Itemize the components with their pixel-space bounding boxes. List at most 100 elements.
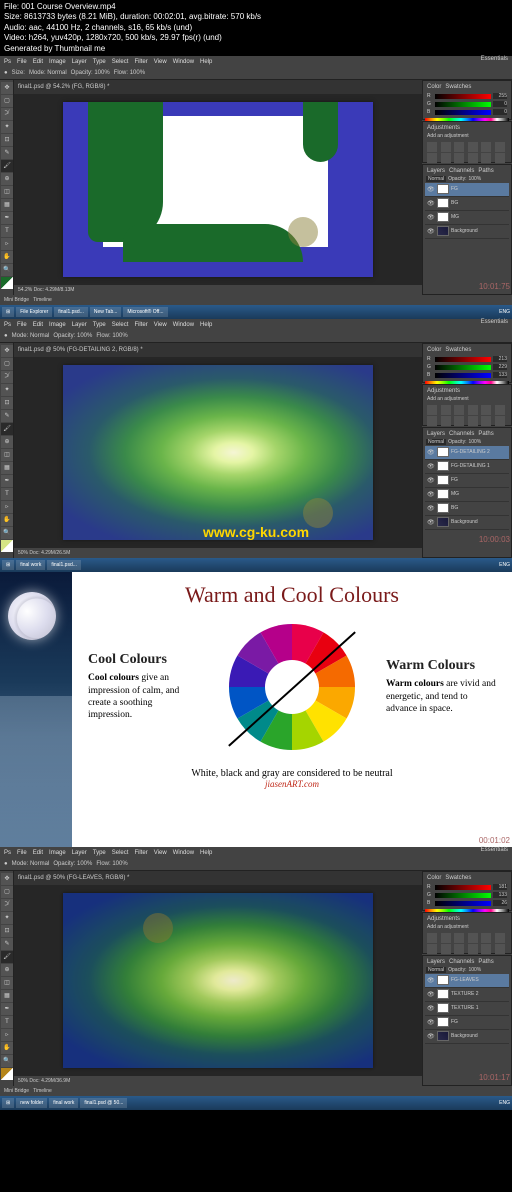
adj-icon[interactable] bbox=[468, 944, 478, 954]
color-tab[interactable]: Color bbox=[427, 875, 441, 881]
channels-tab[interactable]: Channels bbox=[449, 168, 474, 174]
menu-type[interactable]: Type bbox=[93, 322, 106, 328]
canvas-artwork[interactable] bbox=[63, 102, 373, 277]
hand-tool[interactable]: ✋ bbox=[1, 251, 13, 263]
menu-file[interactable]: File bbox=[17, 322, 27, 328]
fg-bg-swatch[interactable] bbox=[1, 1068, 13, 1080]
adj-icon[interactable] bbox=[495, 405, 505, 415]
adj-icon[interactable] bbox=[441, 405, 451, 415]
adj-icon[interactable] bbox=[481, 416, 491, 426]
canvas-artwork[interactable] bbox=[63, 893, 373, 1068]
workspace-switcher[interactable]: Essentials bbox=[481, 847, 508, 853]
adj-icon[interactable] bbox=[481, 933, 491, 943]
adj-icon[interactable] bbox=[454, 944, 464, 954]
visibility-icon[interactable]: 👁 bbox=[427, 477, 435, 484]
crop-tool[interactable]: ⊡ bbox=[1, 397, 13, 409]
crop-tool[interactable]: ⊡ bbox=[1, 925, 13, 937]
g-slider[interactable] bbox=[435, 102, 491, 107]
menu-filter[interactable]: Filter bbox=[134, 59, 147, 65]
adj-levels-icon[interactable] bbox=[441, 142, 451, 152]
visibility-icon[interactable]: 👁 bbox=[427, 449, 435, 456]
visibility-icon[interactable]: 👁 bbox=[427, 519, 435, 526]
paths-tab[interactable]: Paths bbox=[478, 431, 493, 437]
taskbar-item[interactable]: final work bbox=[16, 560, 45, 570]
adj-lookup-icon[interactable] bbox=[468, 153, 478, 163]
adj-bw-icon[interactable] bbox=[427, 153, 437, 163]
menu-type[interactable]: Type bbox=[93, 850, 106, 856]
mini-bridge[interactable]: Mini Bridge Timeline bbox=[0, 295, 512, 305]
menu-view[interactable]: View bbox=[154, 322, 167, 328]
brush-tool[interactable]: 🖌 bbox=[1, 951, 13, 963]
menu-image[interactable]: Image bbox=[49, 59, 66, 65]
zoom-tool[interactable]: 🔍 bbox=[1, 527, 13, 539]
adjustments-tab[interactable]: Adjustments bbox=[427, 388, 460, 394]
layer-thumb[interactable] bbox=[437, 184, 449, 194]
visibility-icon[interactable]: 👁 bbox=[427, 491, 435, 498]
blend-mode-dropdown[interactable]: Normal bbox=[426, 967, 446, 973]
taskbar-lang[interactable]: ENG bbox=[499, 309, 510, 315]
paths-tab[interactable]: Paths bbox=[478, 959, 493, 965]
fg-bg-swatch[interactable] bbox=[1, 540, 13, 552]
layers-tab[interactable]: Layers bbox=[427, 959, 445, 965]
taskbar-item[interactable]: final1.psd @ 50... bbox=[80, 1098, 127, 1108]
taskbar-item[interactable]: final work bbox=[49, 1098, 78, 1108]
b-slider[interactable] bbox=[435, 110, 491, 115]
b-slider[interactable] bbox=[435, 373, 491, 378]
g-slider[interactable] bbox=[435, 365, 491, 370]
adj-icon[interactable] bbox=[441, 933, 451, 943]
r-slider[interactable] bbox=[435, 94, 491, 99]
taskbar-item[interactable]: New Tab... bbox=[90, 307, 122, 317]
start-button[interactable]: ⊞ bbox=[2, 1098, 14, 1108]
zoom-tool[interactable]: 🔍 bbox=[1, 1055, 13, 1067]
start-button[interactable]: ⊞ bbox=[2, 307, 14, 317]
menu-select[interactable]: Select bbox=[112, 59, 129, 65]
adj-icon[interactable] bbox=[441, 944, 451, 954]
adj-hue-icon[interactable] bbox=[495, 142, 505, 152]
g-value[interactable]: 0 bbox=[493, 101, 507, 107]
visibility-icon[interactable]: 👁 bbox=[427, 1005, 435, 1012]
adj-icon[interactable] bbox=[495, 416, 505, 426]
adj-icon[interactable] bbox=[427, 933, 437, 943]
b-slider[interactable] bbox=[435, 901, 491, 906]
taskbar-item[interactable]: Microsoft® Off... bbox=[123, 307, 167, 317]
gradient-tool[interactable]: ▦ bbox=[1, 990, 13, 1002]
marquee-tool[interactable]: ▢ bbox=[1, 95, 13, 107]
adj-icon[interactable] bbox=[481, 405, 491, 415]
adj-photo-icon[interactable] bbox=[441, 153, 451, 163]
layer-row[interactable]: 👁FG bbox=[425, 1016, 509, 1030]
layer-row[interactable]: 👁MG bbox=[425, 488, 509, 502]
channels-tab[interactable]: Channels bbox=[449, 959, 474, 965]
start-button[interactable]: ⊞ bbox=[2, 560, 14, 570]
adj-icon[interactable] bbox=[481, 944, 491, 954]
menu-layer[interactable]: Layer bbox=[72, 322, 87, 328]
pen-tool[interactable]: ✒ bbox=[1, 1003, 13, 1015]
layer-row[interactable]: 👁FG bbox=[425, 474, 509, 488]
workspace-switcher[interactable]: Essentials bbox=[481, 56, 508, 62]
fg-bg-swatch[interactable] bbox=[1, 277, 13, 289]
document-tab[interactable]: final1.psd @ 50% (FG-LEAVES, RGB/8) * bbox=[14, 871, 422, 885]
menu-file[interactable]: File bbox=[17, 850, 27, 856]
layer-row[interactable]: 👁TEXTURE 1 bbox=[425, 1002, 509, 1016]
menu-help[interactable]: Help bbox=[200, 322, 212, 328]
menu-image[interactable]: Image bbox=[49, 322, 66, 328]
hand-tool[interactable]: ✋ bbox=[1, 1042, 13, 1054]
menu-window[interactable]: Window bbox=[173, 850, 194, 856]
layers-tab[interactable]: Layers bbox=[427, 168, 445, 174]
g-slider[interactable] bbox=[435, 893, 491, 898]
eraser-tool[interactable]: ◫ bbox=[1, 977, 13, 989]
stamp-tool[interactable]: ⊕ bbox=[1, 436, 13, 448]
adj-icon[interactable] bbox=[454, 405, 464, 415]
lasso-tool[interactable]: ⟉ bbox=[1, 371, 13, 383]
blend-mode-dropdown[interactable]: Normal bbox=[426, 176, 446, 182]
zoom-tool[interactable]: 🔍 bbox=[1, 264, 13, 276]
visibility-icon[interactable]: 👁 bbox=[427, 463, 435, 470]
adj-curves-icon[interactable] bbox=[454, 142, 464, 152]
eyedropper-tool[interactable]: ✎ bbox=[1, 147, 13, 159]
channels-tab[interactable]: Channels bbox=[449, 431, 474, 437]
visibility-icon[interactable]: 👁 bbox=[427, 186, 435, 193]
move-tool[interactable]: ✥ bbox=[1, 873, 13, 885]
adj-icon[interactable] bbox=[427, 416, 437, 426]
opacity-value[interactable]: 100% bbox=[468, 176, 481, 182]
visibility-icon[interactable]: 👁 bbox=[427, 228, 435, 235]
layers-tab[interactable]: Layers bbox=[427, 431, 445, 437]
